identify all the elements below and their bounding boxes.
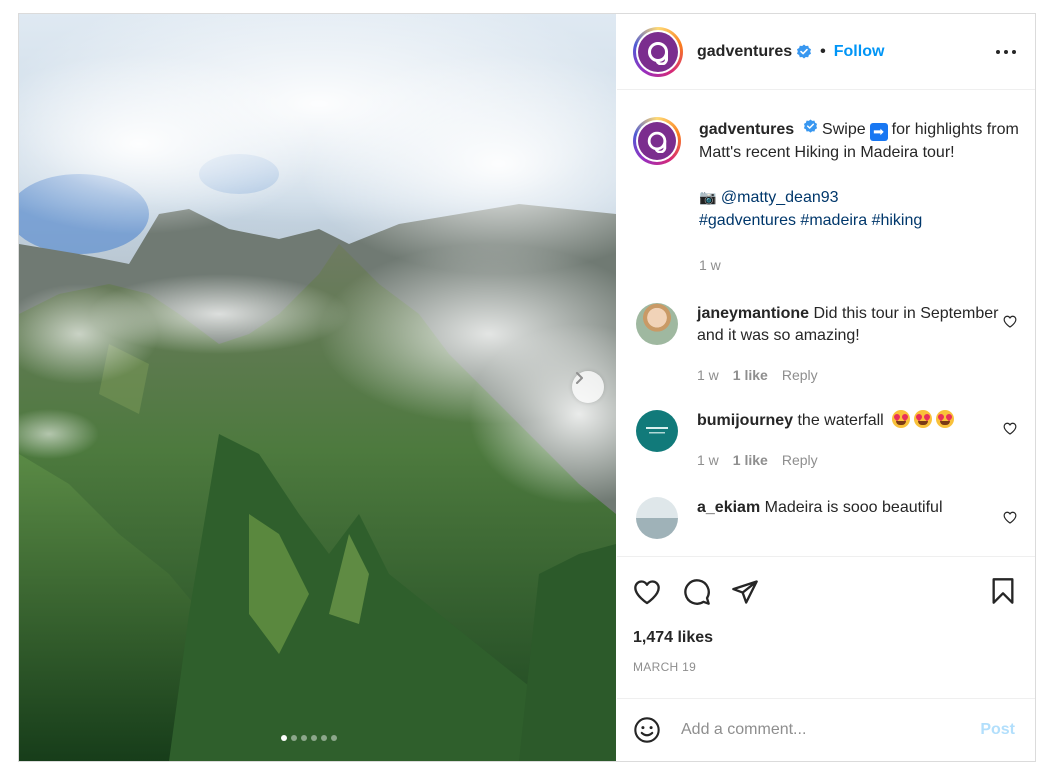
comment-button[interactable] [683, 572, 723, 612]
comment-like-count[interactable]: 1 like [733, 449, 768, 472]
comments-section[interactable]: gadventures Swipe ➡ for highlights from Ma… [617, 91, 1035, 556]
heart-outline-icon [1003, 315, 1017, 328]
more-options-button[interactable] [995, 42, 1017, 60]
g-adventures-logo-icon [648, 41, 668, 65]
avatar[interactable] [633, 26, 683, 77]
caption-text: Swipe [822, 121, 866, 138]
commenter-avatar[interactable] [636, 410, 678, 452]
more-dots-icon [996, 50, 1016, 54]
heart-outline-icon [1003, 422, 1017, 435]
post-actions: 1,474 likes MARCH 19 [617, 556, 1035, 698]
post-date[interactable]: MARCH 19 [633, 660, 1019, 674]
comment-input[interactable] [681, 721, 981, 739]
post-photo[interactable] [19, 14, 616, 761]
chevron-right-icon [576, 372, 583, 384]
like-comment-button[interactable] [1003, 511, 1017, 529]
heart-outline-icon [1003, 511, 1017, 524]
reply-button[interactable]: Reply [782, 449, 818, 472]
save-button[interactable] [991, 577, 1015, 610]
paper-plane-icon [732, 580, 758, 604]
comment-item: bumijourney the waterfall 1 w 1 like Rep… [633, 410, 1019, 471]
post-side-panel: gadventures • Follow gadventures Swipe ➡… [617, 14, 1035, 761]
header-username[interactable]: gadventures [697, 43, 792, 61]
comment-username[interactable]: a_ekiam [697, 499, 760, 516]
comment-like-count[interactable]: 1 like [733, 364, 768, 387]
comment-text: the waterfall [797, 412, 884, 429]
next-slide-button[interactable] [572, 371, 604, 403]
likes-count[interactable]: 1,474 likes [633, 629, 1019, 647]
comment-text: Madeira is sooo beautiful [764, 499, 943, 516]
smiley-face-icon [634, 717, 660, 743]
mention-link[interactable]: @matty_dean93 [721, 189, 839, 206]
carousel-dot [281, 735, 287, 741]
commenter-avatar[interactable] [636, 497, 678, 539]
comment-age[interactable]: 1 w [697, 449, 719, 472]
post-comment-button[interactable]: Post [980, 721, 1015, 739]
mountain-landscape-image [19, 14, 616, 761]
comment-item: janeymantione Did this tour in September… [633, 302, 1019, 387]
heart-outline-icon [634, 580, 660, 605]
follow-button[interactable]: Follow [834, 43, 885, 61]
caption: gadventures Swipe ➡ for highlights from Ma… [633, 117, 1019, 277]
camera-emoji: 📷 [699, 189, 717, 205]
carousel-dot [301, 735, 307, 741]
hashtag-link[interactable]: #hiking [872, 212, 923, 229]
hashtag-link[interactable]: #madeira [800, 212, 867, 229]
post-header: gadventures • Follow [617, 14, 1035, 90]
verified-badge-icon [796, 44, 812, 60]
emoji-picker-button[interactable] [633, 716, 661, 744]
g-adventures-logo-icon [647, 131, 667, 153]
heart-eyes-emoji [888, 410, 955, 429]
bookmark-icon [992, 578, 1014, 604]
comment-age[interactable]: 1 w [697, 364, 719, 387]
instagram-post: gadventures • Follow gadventures Swipe ➡… [18, 13, 1036, 762]
like-comment-button[interactable] [1003, 422, 1017, 440]
carousel-dot [321, 735, 327, 741]
caption-age[interactable]: 1 w [699, 254, 721, 277]
comment-username[interactable]: bumijourney [697, 412, 793, 429]
comment-item: a_ekiam Madeira is sooo beautiful [633, 497, 1019, 539]
header-separator: • [820, 42, 826, 60]
carousel-indicator [281, 735, 337, 741]
bumi-journey-logo-icon [646, 427, 668, 434]
carousel-dot [331, 735, 337, 741]
caption-username[interactable]: gadventures [699, 121, 794, 138]
right-arrow-emoji: ➡ [869, 123, 888, 141]
carousel-dot [291, 735, 297, 741]
add-comment-bar: Post [617, 698, 1035, 761]
hashtag-link[interactable]: #gadventures [699, 212, 796, 229]
caption-avatar[interactable] [633, 117, 681, 165]
comment-username[interactable]: janeymantione [697, 305, 809, 322]
reply-button[interactable]: Reply [782, 364, 818, 387]
like-button[interactable] [633, 572, 673, 612]
verified-badge-icon [803, 119, 818, 134]
comment-bubble-icon [684, 579, 710, 605]
carousel-dot [311, 735, 317, 741]
commenter-avatar[interactable] [636, 302, 678, 345]
share-button[interactable] [731, 572, 771, 612]
like-comment-button[interactable] [1003, 315, 1017, 333]
